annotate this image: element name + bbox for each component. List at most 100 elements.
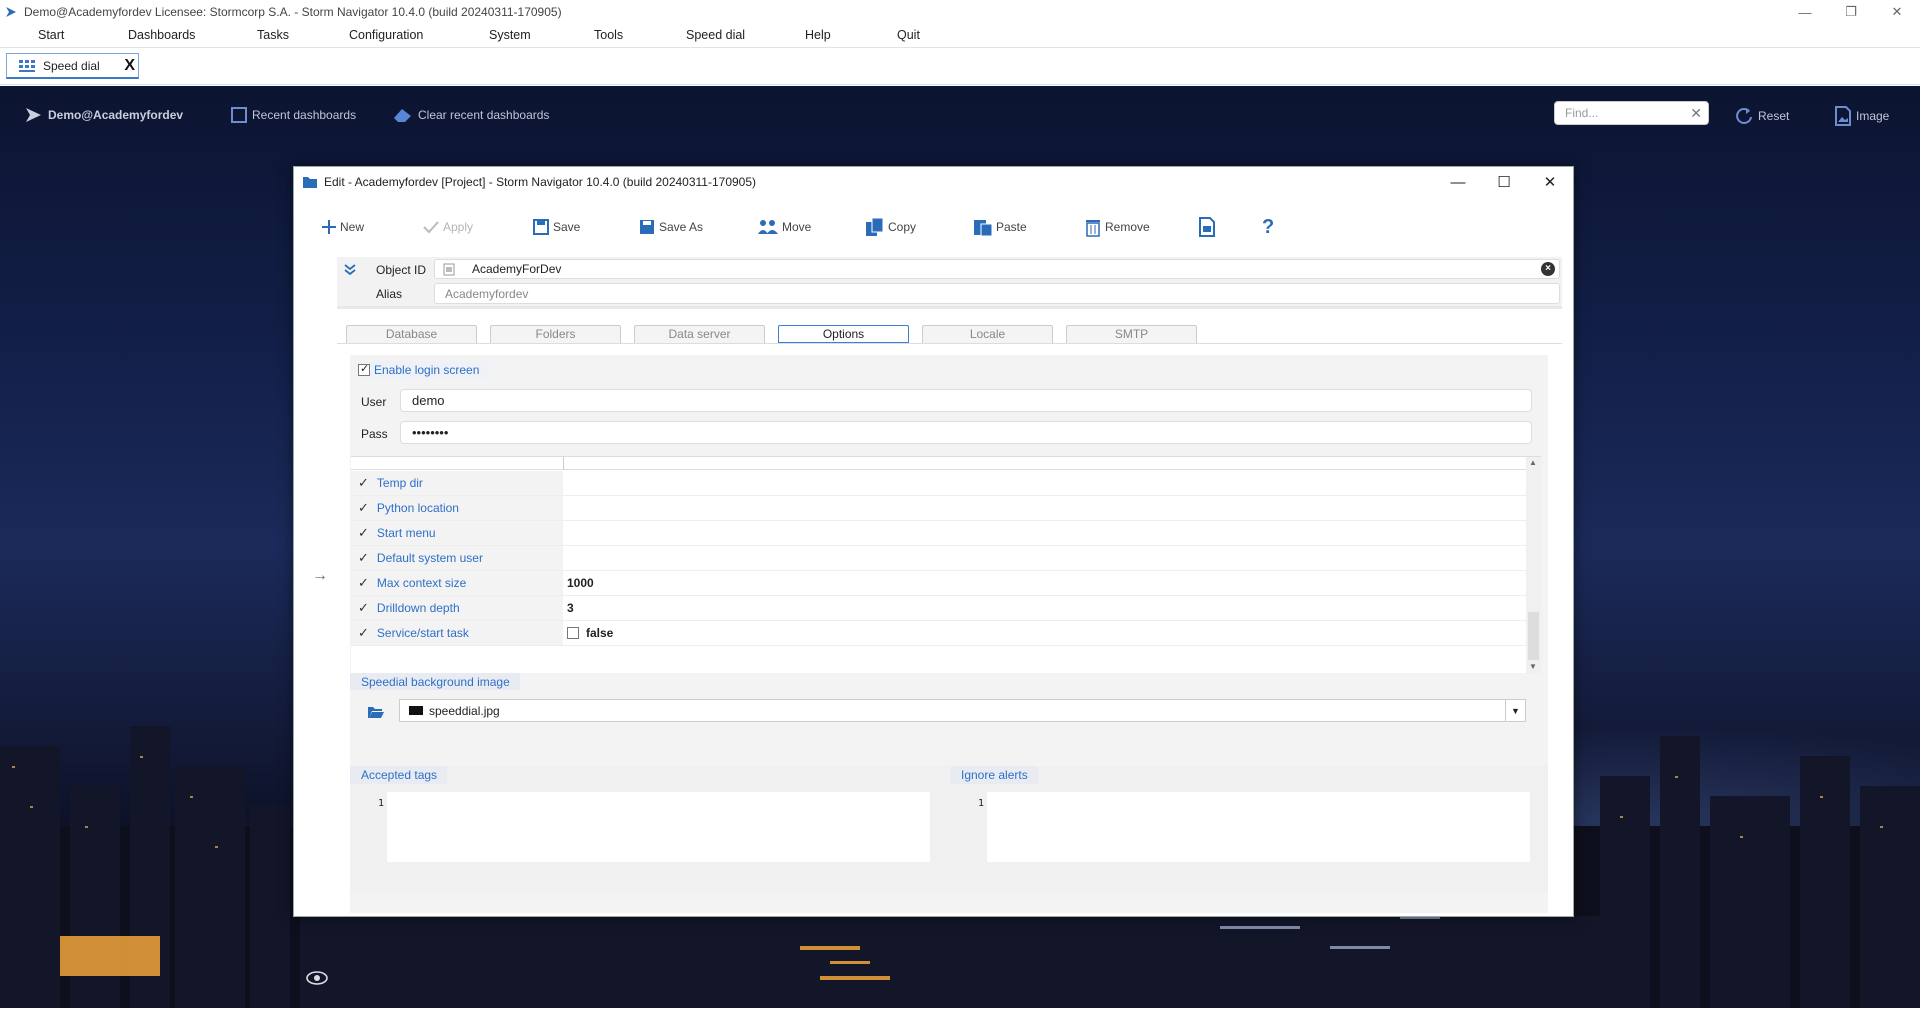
dialog-titlebar: Edit - Academyfordev [Project] - Storm N… bbox=[294, 167, 1573, 197]
dialog-maximize-button[interactable]: ☐ bbox=[1481, 167, 1527, 197]
menu-configuration[interactable]: Configuration bbox=[349, 28, 423, 42]
save-as-button[interactable]: Save As bbox=[638, 213, 703, 241]
grid-row[interactable]: ✓ Python location bbox=[351, 496, 1526, 521]
storm-logo-icon bbox=[26, 108, 41, 122]
row-check-icon: ✓ bbox=[358, 525, 369, 540]
image-button[interactable]: Image bbox=[1834, 106, 1889, 126]
window-minimize-button[interactable]: — bbox=[1782, 0, 1828, 24]
ignore-alerts-label: Ignore alerts bbox=[950, 766, 1038, 784]
grid-value[interactable]: 1000 bbox=[564, 571, 594, 595]
chevron-down-icon[interactable]: ▼ bbox=[1505, 700, 1525, 721]
tab-folders[interactable]: Folders bbox=[490, 325, 621, 343]
tab-strip: Speed dial X bbox=[0, 48, 1920, 85]
options-panel: Enable login screen User demo Pass •••••… bbox=[350, 355, 1548, 913]
clear-object-id-icon[interactable]: × bbox=[1541, 262, 1555, 276]
tab-database[interactable]: Database bbox=[346, 325, 477, 343]
menu-tools[interactable]: Tools bbox=[594, 28, 623, 42]
grid-value[interactable] bbox=[564, 471, 567, 495]
reset-label: Reset bbox=[1758, 109, 1790, 123]
apply-button[interactable]: Apply bbox=[422, 213, 473, 241]
save-label: Save bbox=[553, 220, 581, 234]
new-button[interactable]: New bbox=[321, 213, 364, 241]
menu-dashboards[interactable]: Dashboards bbox=[128, 28, 195, 42]
tab-options[interactable]: Options bbox=[778, 325, 909, 343]
arrow-right-icon[interactable]: → bbox=[312, 567, 328, 585]
eye-icon[interactable] bbox=[306, 970, 328, 986]
object-id-label: Object ID bbox=[376, 263, 427, 277]
row-check-icon: ✓ bbox=[358, 575, 369, 590]
grid-scrollbar[interactable]: ▲ ▼ bbox=[1526, 457, 1541, 674]
paste-button[interactable]: Paste bbox=[973, 213, 1027, 241]
user-input[interactable]: demo bbox=[400, 389, 1532, 412]
grid-value[interactable] bbox=[564, 521, 567, 545]
recent-dashboards-button[interactable]: Recent dashboards bbox=[230, 106, 356, 124]
grid-row[interactable]: ✓ Start menu bbox=[351, 521, 1526, 546]
password-input[interactable]: •••••••• bbox=[400, 421, 1532, 444]
grid-value-checkbox[interactable]: false bbox=[564, 621, 613, 645]
grid-row[interactable]: ✓ Service/start task false bbox=[351, 621, 1526, 646]
speed-dial-user[interactable]: Demo@Academyfordev bbox=[24, 106, 183, 124]
edit-project-dialog: Edit - Academyfordev [Project] - Storm N… bbox=[293, 166, 1574, 917]
enable-login-check-icon[interactable] bbox=[358, 362, 370, 376]
grid-value: false bbox=[586, 626, 614, 640]
folder-icon bbox=[303, 177, 317, 188]
window-close-button[interactable]: ✕ bbox=[1874, 0, 1920, 24]
alias-value: Academyfordev bbox=[445, 286, 529, 301]
dialog-close-button[interactable]: ✕ bbox=[1527, 167, 1573, 197]
save-button[interactable]: Save bbox=[532, 213, 580, 241]
object-id-icon bbox=[443, 263, 455, 276]
find-clear-icon[interactable]: ✕ bbox=[1690, 105, 1702, 122]
grid-row[interactable]: ✓ Default system user bbox=[351, 546, 1526, 571]
menu-speed-dial[interactable]: Speed dial bbox=[686, 28, 745, 42]
tab-speed-dial[interactable]: Speed dial X bbox=[6, 53, 139, 79]
grid-key: Drilldown depth bbox=[376, 601, 460, 615]
grid-row[interactable]: ✓ Temp dir bbox=[351, 471, 1526, 496]
menu-system[interactable]: System bbox=[489, 28, 531, 42]
menu-start[interactable]: Start bbox=[38, 28, 64, 42]
move-button[interactable]: Move bbox=[757, 213, 811, 241]
document-button[interactable] bbox=[1198, 213, 1219, 241]
scroll-down-icon[interactable]: ▼ bbox=[1529, 662, 1537, 671]
grid-key: Max context size bbox=[376, 576, 467, 590]
alias-label: Alias bbox=[376, 287, 403, 301]
collapse-chevron-icon[interactable] bbox=[343, 263, 357, 277]
window-restore-button[interactable]: ❐ bbox=[1828, 0, 1874, 24]
tab-smtp[interactable]: SMTP bbox=[1066, 325, 1197, 343]
dialog-minimize-button[interactable]: — bbox=[1435, 167, 1481, 197]
grid-key: Python location bbox=[376, 501, 459, 515]
scroll-thumb[interactable] bbox=[1528, 612, 1539, 660]
service-start-checkbox[interactable] bbox=[567, 627, 579, 639]
storm-app-icon bbox=[6, 7, 16, 17]
grid-key: Service/start task bbox=[376, 626, 469, 640]
menu-quit[interactable]: Quit bbox=[897, 28, 920, 42]
find-placeholder: Find... bbox=[1565, 106, 1599, 120]
accepted-tags-editor[interactable] bbox=[387, 792, 930, 862]
menu-help[interactable]: Help bbox=[805, 28, 831, 42]
help-button[interactable]: ? bbox=[1262, 213, 1274, 241]
open-folder-icon[interactable] bbox=[367, 705, 385, 719]
grid-row[interactable]: ✓ Max context size 1000 bbox=[351, 571, 1526, 596]
tab-data-server[interactable]: Data server bbox=[634, 325, 765, 343]
grid-row[interactable]: ✓ Drilldown depth 3 bbox=[351, 596, 1526, 621]
clear-recent-dashboards-button[interactable]: Clear recent dashboards bbox=[392, 106, 549, 124]
grid-key: Temp dir bbox=[376, 476, 423, 490]
enable-login-checkbox[interactable]: Enable login screen bbox=[358, 361, 490, 379]
login-group: Enable login screen User demo Pass •••••… bbox=[350, 355, 1548, 447]
reset-button[interactable]: Reset bbox=[1734, 106, 1789, 126]
grid-value[interactable]: 3 bbox=[564, 596, 574, 620]
ignore-alerts-editor[interactable] bbox=[987, 792, 1530, 862]
tab-close-icon[interactable]: X bbox=[124, 57, 135, 75]
object-id-field[interactable]: AcademyForDev × bbox=[434, 259, 1560, 279]
remove-button[interactable]: Remove bbox=[1084, 213, 1150, 241]
dialog-toolbar: New Apply Save Save As Move Copy Paste R… bbox=[294, 213, 1573, 241]
menu-tasks[interactable]: Tasks bbox=[257, 28, 289, 42]
recent-dashboards-label: Recent dashboards bbox=[252, 108, 357, 122]
find-input[interactable]: Find... ✕ bbox=[1554, 101, 1709, 125]
grid-value[interactable] bbox=[564, 496, 567, 520]
tab-locale[interactable]: Locale bbox=[922, 325, 1053, 343]
copy-button[interactable]: Copy bbox=[865, 213, 916, 241]
bg-image-select[interactable]: speeddial.jpg ▼ bbox=[399, 699, 1526, 722]
scroll-up-icon[interactable]: ▲ bbox=[1529, 458, 1537, 467]
grid-value[interactable] bbox=[564, 546, 567, 570]
alias-field[interactable]: Academyfordev bbox=[434, 283, 1560, 304]
